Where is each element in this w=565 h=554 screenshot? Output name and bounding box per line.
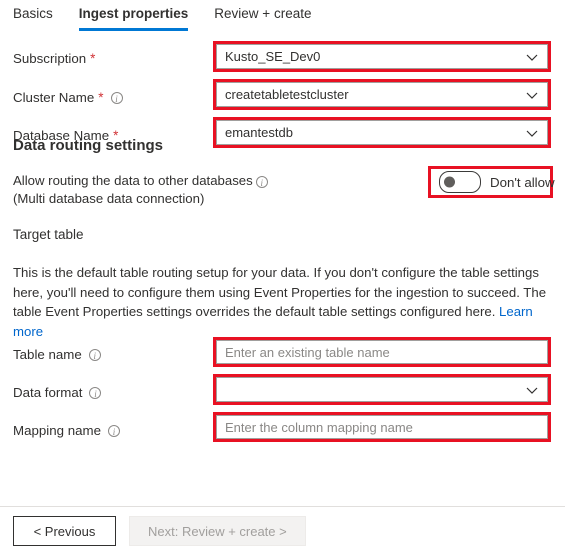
mapping-name-input[interactable]: Enter the column mapping name bbox=[216, 415, 548, 439]
subscription-label: Subscription * bbox=[13, 51, 95, 66]
table-name-input[interactable]: Enter an existing table name bbox=[216, 340, 548, 364]
info-icon[interactable]: i bbox=[255, 176, 268, 188]
tab-basics[interactable]: Basics bbox=[13, 4, 53, 31]
annotation-box-table-name: Enter an existing table name bbox=[213, 337, 551, 367]
toggle-state-label: Don't allow bbox=[490, 174, 555, 190]
database-name-dropdown[interactable]: emantestdb bbox=[216, 120, 548, 145]
data-format-label: Data format i bbox=[13, 384, 102, 400]
table-name-placeholder: Enter an existing table name bbox=[225, 344, 390, 360]
annotation-box-mapping-name: Enter the column mapping name bbox=[213, 412, 551, 442]
allow-routing-label-line2: (Multi database data connection) bbox=[13, 191, 205, 206]
subscription-label-text: Subscription bbox=[13, 50, 87, 66]
allow-routing-toggle[interactable] bbox=[439, 171, 481, 193]
mapping-name-placeholder: Enter the column mapping name bbox=[225, 419, 413, 435]
annotation-box-cluster-name: createtabletestcluster bbox=[213, 79, 551, 110]
annotation-box-data-format bbox=[213, 374, 551, 405]
data-format-label-text: Data format bbox=[13, 384, 83, 400]
data-format-dropdown[interactable] bbox=[216, 377, 548, 402]
cluster-name-dropdown[interactable]: createtabletestcluster bbox=[216, 82, 548, 107]
chevron-down-icon bbox=[525, 50, 539, 64]
target-table-heading: Target table bbox=[13, 227, 84, 242]
info-icon[interactable]: i bbox=[88, 349, 101, 361]
subscription-value: Kusto_SE_Dev0 bbox=[225, 49, 321, 64]
allow-routing-label-line1: Allow routing the data to other database… bbox=[13, 173, 253, 188]
annotation-box-allow-routing-toggle: Don't allow bbox=[428, 166, 555, 198]
required-asterisk: * bbox=[90, 51, 96, 67]
allow-routing-toggle-group: Don't allow bbox=[431, 169, 555, 195]
annotation-box-database-name: emantestdb bbox=[213, 117, 551, 148]
target-table-description: This is the default table routing setup … bbox=[13, 263, 553, 341]
data-routing-heading: Data routing settings bbox=[13, 137, 164, 154]
info-icon[interactable]: i bbox=[89, 387, 102, 399]
info-icon[interactable]: i bbox=[107, 425, 120, 437]
required-asterisk: * bbox=[98, 90, 104, 106]
chevron-down-icon bbox=[525, 88, 539, 102]
cluster-name-value: createtabletestcluster bbox=[225, 87, 349, 102]
chevron-down-icon bbox=[525, 126, 539, 140]
footer-divider bbox=[0, 506, 565, 507]
database-name-value: emantestdb bbox=[225, 125, 293, 140]
allow-routing-label: Allow routing the data to other database… bbox=[13, 172, 268, 208]
next-review-create-button: Next: Review + create > bbox=[129, 516, 306, 546]
tab-bar: Basics Ingest properties Review + create bbox=[0, 0, 565, 36]
table-name-label: Table name i bbox=[13, 347, 101, 362]
subscription-dropdown[interactable]: Kusto_SE_Dev0 bbox=[216, 44, 548, 69]
toggle-knob bbox=[444, 176, 455, 188]
previous-button[interactable]: < Previous bbox=[13, 516, 116, 546]
footer-actions: < Previous Next: Review + create > bbox=[13, 516, 306, 546]
annotation-box-subscription: Kusto_SE_Dev0 bbox=[213, 41, 551, 72]
mapping-name-label-text: Mapping name bbox=[13, 422, 101, 438]
target-table-description-text: This is the default table routing setup … bbox=[13, 265, 547, 320]
info-icon[interactable]: i bbox=[110, 92, 123, 104]
cluster-name-label-text: Cluster Name bbox=[13, 89, 95, 105]
tab-review-create[interactable]: Review + create bbox=[214, 4, 311, 31]
mapping-name-label: Mapping name i bbox=[13, 423, 120, 438]
table-name-label-text: Table name bbox=[13, 346, 82, 362]
tab-ingest-properties[interactable]: Ingest properties bbox=[78, 4, 189, 31]
chevron-down-icon bbox=[525, 383, 539, 397]
cluster-name-label: Cluster Name * i bbox=[13, 90, 123, 105]
